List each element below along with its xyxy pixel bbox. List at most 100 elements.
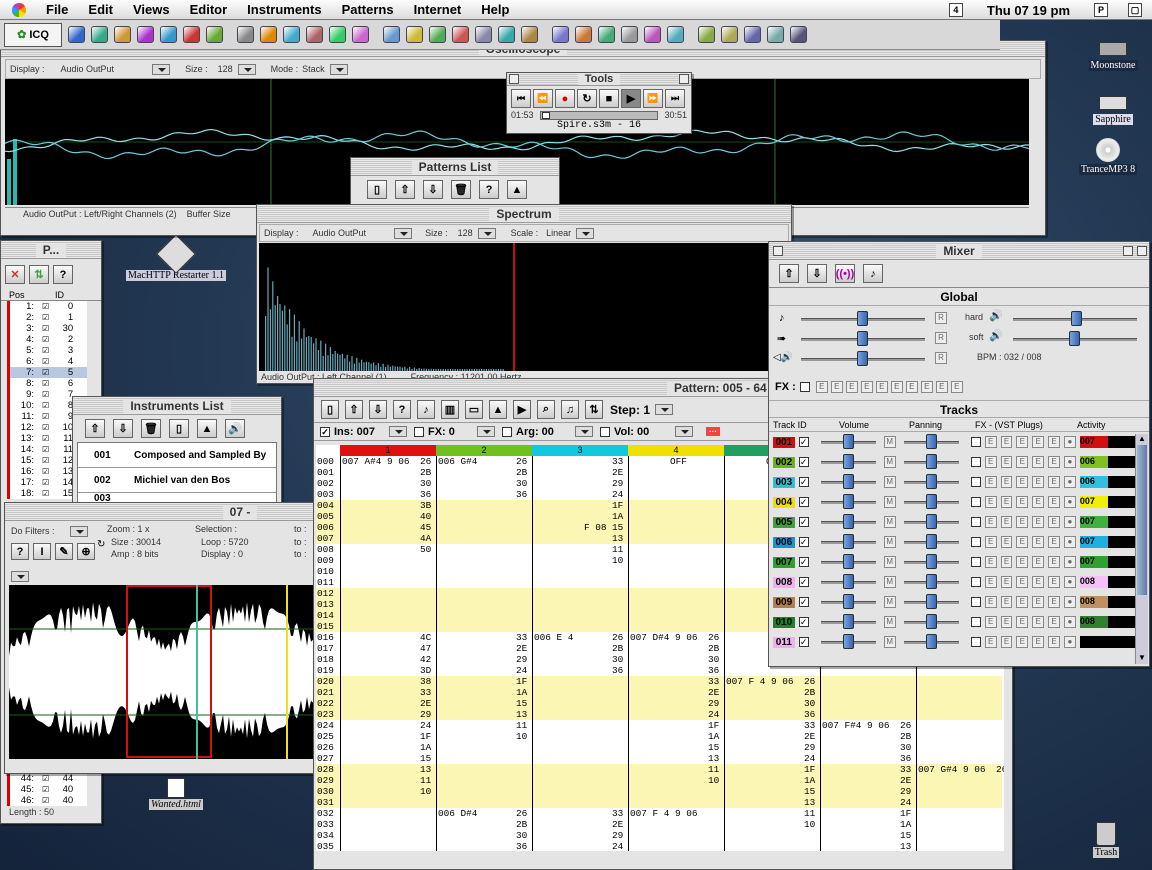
track-fx-slot[interactable]: E: [1000, 576, 1013, 588]
track-fx-slot[interactable]: E: [1016, 516, 1029, 528]
pattern-row[interactable]: 035 36 24 13: [316, 841, 1002, 851]
track-fx-slot[interactable]: E: [1048, 516, 1060, 528]
track-pan-slider[interactable]: [903, 634, 959, 649]
fx-power-icon[interactable]: ●: [1064, 596, 1076, 608]
menu-help[interactable]: Help: [471, 2, 519, 17]
playlist-titlebar[interactable]: P...: [1, 241, 101, 259]
launcher-app-icon[interactable]: [429, 26, 446, 43]
track-pan-slider[interactable]: [903, 434, 959, 449]
track-fx-slot[interactable]: E: [984, 556, 997, 568]
launcher-app-icon[interactable]: [306, 26, 323, 43]
track-volume-slider[interactable]: [820, 474, 876, 489]
launcher-app-icon[interactable]: [552, 26, 569, 43]
track-fx-slot[interactable]: E: [1000, 596, 1013, 608]
track-fx-checkbox[interactable]: [970, 517, 981, 527]
control-strip-icon[interactable]: 4: [948, 3, 963, 17]
soft-slider[interactable]: [1013, 331, 1137, 346]
pattern-row[interactable]: 023 29 13 24 36: [316, 709, 1002, 720]
play-pattern-icon[interactable]: ▶: [513, 400, 531, 419]
launcher-app-icon[interactable]: [575, 26, 592, 43]
zoom-box[interactable]: [679, 74, 689, 84]
track-fx-slot[interactable]: E: [984, 536, 997, 548]
track-fx-slot[interactable]: E: [1048, 576, 1060, 588]
track-pan-slider[interactable]: [903, 554, 959, 569]
reset-button[interactable]: R: [935, 312, 947, 324]
instruments-list-titlebar[interactable]: Instruments List: [73, 397, 281, 415]
playlist-row[interactable]: 7: ☑ 5: [10, 367, 87, 378]
launcher-app-icon[interactable]: [475, 26, 492, 43]
save-instrument-icon[interactable]: ⇩: [113, 419, 133, 438]
mode-dropdown[interactable]: [329, 63, 348, 75]
fx-checkbox[interactable]: [414, 426, 424, 437]
track-fx-slot[interactable]: E: [1000, 536, 1013, 548]
track-enable-checkbox[interactable]: ✓: [798, 517, 809, 527]
track-fx-slot[interactable]: E: [984, 436, 997, 448]
new-icon[interactable]: ▯: [321, 400, 339, 419]
launcher-app-icon[interactable]: [91, 26, 108, 43]
track-volume-slider[interactable]: [820, 494, 876, 509]
track-pan-slider[interactable]: [903, 614, 959, 629]
track-pan-slider[interactable]: [903, 454, 959, 469]
play-icon[interactable]: ▶: [621, 89, 641, 108]
save-icon[interactable]: ⇩: [369, 400, 387, 419]
pattern-row[interactable]: 021 33 1A 2E 2B: [316, 687, 1002, 698]
track-volume-slider[interactable]: [820, 514, 876, 529]
stop-icon[interactable]: ■: [599, 89, 619, 108]
display-dropdown[interactable]: [394, 227, 413, 239]
scale-dropdown[interactable]: [576, 227, 595, 239]
menu-file[interactable]: File: [36, 2, 78, 17]
fx-slot[interactable]: E: [830, 381, 843, 393]
playlist-row[interactable]: 3: ☑ 30: [10, 323, 87, 334]
launcher-app-icon[interactable]: [767, 26, 784, 43]
desktop-icon-moonstone[interactable]: Moonstone: [1078, 42, 1148, 71]
record-mode-icon[interactable]: ···: [706, 427, 720, 436]
arg-dropdown[interactable]: [575, 426, 593, 437]
pattern-row[interactable]: 024 007 F#4 9 06 24 11 1F 33 26: [316, 720, 1002, 731]
up-icon[interactable]: ▲: [489, 400, 507, 419]
fx-power-icon[interactable]: ●: [1064, 616, 1076, 628]
sample-view-dropdown[interactable]: [11, 571, 29, 582]
desktop-icon-sapphire[interactable]: Sapphire: [1078, 96, 1148, 125]
track-fx-slot[interactable]: E: [1016, 616, 1029, 628]
track-fx-slot[interactable]: E: [1016, 436, 1029, 448]
filters-dropdown[interactable]: [70, 526, 88, 537]
track-volume-slider[interactable]: [820, 534, 876, 549]
track-enable-checkbox[interactable]: ✓: [798, 637, 809, 647]
track-fx-slot[interactable]: E: [984, 496, 997, 508]
fx-power-icon[interactable]: ●: [1064, 536, 1076, 548]
track-header[interactable]: 3: [532, 445, 628, 456]
track-fx-slot[interactable]: E: [1000, 476, 1013, 488]
track-pan-slider[interactable]: [903, 514, 959, 529]
track-fx-slot[interactable]: E: [1048, 496, 1060, 508]
launcher-app-icon[interactable]: [667, 26, 684, 43]
launcher-app-icon[interactable]: [352, 26, 369, 43]
vol-dropdown[interactable]: [675, 426, 693, 437]
track-fx-checkbox[interactable]: [970, 537, 981, 547]
fx-slot[interactable]: E: [950, 381, 963, 393]
desktop-icon-wanted-html[interactable]: Wanted.html: [140, 778, 212, 810]
track-fx-slot[interactable]: E: [1048, 616, 1060, 628]
pattern-row[interactable]: 026 1A 15 29 30: [316, 742, 1002, 753]
track-fx-slot[interactable]: E: [1016, 576, 1029, 588]
menu-editor[interactable]: Editor: [180, 2, 238, 17]
fx-power-icon[interactable]: ●: [1064, 636, 1076, 648]
fx-power-icon[interactable]: ●: [1064, 476, 1076, 488]
menubar-clock[interactable]: Thu 07 19 pm: [987, 3, 1070, 18]
finder-icon[interactable]: ▢: [1128, 3, 1142, 17]
playlist-row[interactable]: 8: ☑ 6: [10, 378, 87, 389]
help-icon[interactable]: ?: [53, 265, 73, 284]
track-enable-checkbox[interactable]: ✓: [798, 617, 809, 627]
speaker-icon[interactable]: ♪: [417, 400, 435, 419]
fx-slot[interactable]: E: [935, 381, 948, 393]
application-menu-icon[interactable]: P: [1094, 3, 1108, 17]
sample-editor-titlebar[interactable]: 07 -: [5, 503, 315, 521]
fx-power-icon[interactable]: ●: [1064, 516, 1076, 528]
launcher-app-icon[interactable]: [498, 26, 515, 43]
apple-menu-icon[interactable]: [12, 2, 26, 17]
launcher-app-icon[interactable]: [744, 26, 761, 43]
launcher-app-icon[interactable]: [137, 26, 154, 43]
track-fx-slot[interactable]: E: [1016, 636, 1029, 648]
desktop-icon-trash[interactable]: Trash: [1084, 822, 1128, 858]
pattern-row[interactable]: 020 007 F 4 9 06 38 1F 33 26: [316, 676, 1002, 687]
loop-icon[interactable]: ↻: [577, 89, 597, 108]
